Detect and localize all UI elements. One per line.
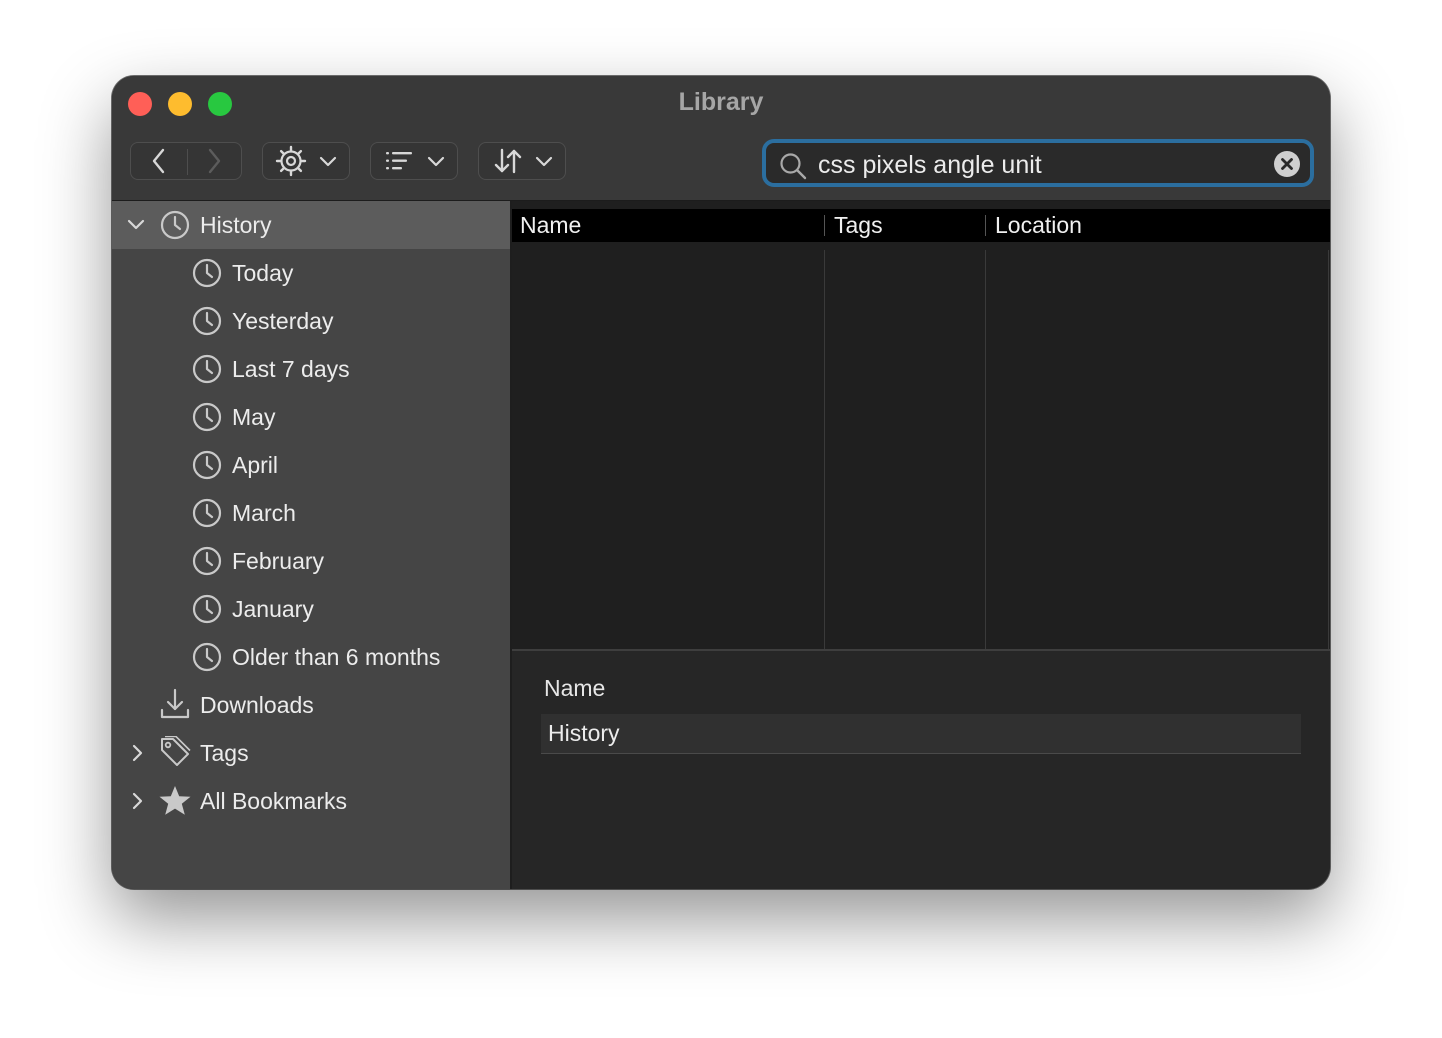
sidebar-item-last-7-days[interactable]: Last 7 days xyxy=(112,345,510,393)
sidebar-item-may[interactable]: May xyxy=(112,393,510,441)
sidebar-item-label: Today xyxy=(232,260,294,286)
column-header-tags[interactable]: Tags xyxy=(834,212,883,239)
search-field[interactable]: css pixels angle unit xyxy=(762,139,1314,187)
clock-icon xyxy=(192,450,222,480)
sidebar-item-january[interactable]: January xyxy=(112,585,510,633)
clock-icon xyxy=(192,258,222,288)
sidebar-item-tags[interactable]: Tags xyxy=(112,729,510,777)
views-button[interactable] xyxy=(370,142,458,180)
download-icon xyxy=(160,688,190,719)
chevron-left-icon xyxy=(152,148,165,174)
search-input[interactable]: css pixels angle unit xyxy=(818,151,1042,180)
close-icon xyxy=(1281,158,1293,170)
sidebar-item-march[interactable]: March xyxy=(112,489,510,537)
sidebar-item-label: Yesterday xyxy=(232,308,334,334)
navigation-group xyxy=(130,142,242,180)
sidebar-item-label: February xyxy=(232,548,325,574)
sidebar-item-label: March xyxy=(232,500,296,526)
sidebar-item-history[interactable]: History xyxy=(112,201,510,249)
chevron-down-icon xyxy=(319,156,337,167)
window-title: Library xyxy=(678,88,764,116)
sidebar: History Today Yesterday Last 7 days May … xyxy=(112,201,512,889)
chevron-right-icon xyxy=(132,792,143,810)
sidebar-item-label: Downloads xyxy=(200,692,314,718)
titlebar: Library css pixels angle unit xyxy=(112,76,1330,201)
sidebar-item-label: May xyxy=(232,404,276,430)
clear-search-button[interactable] xyxy=(1274,151,1300,177)
clock-icon xyxy=(192,402,222,432)
column-header-name[interactable]: Name xyxy=(520,212,581,239)
clock-icon xyxy=(192,498,222,528)
sidebar-item-label: Tags xyxy=(200,740,249,766)
column-header-location[interactable]: Location xyxy=(995,212,1082,239)
library-window: Library css pixels angle unit History To… xyxy=(112,76,1330,889)
chevron-down-icon xyxy=(127,219,145,230)
sort-button[interactable] xyxy=(478,142,566,180)
clock-icon xyxy=(192,642,222,672)
sidebar-item-label: Older than 6 months xyxy=(232,644,441,670)
forward-button[interactable] xyxy=(188,143,242,179)
sidebar-item-older-than-6-months[interactable]: Older than 6 months xyxy=(112,633,510,681)
sidebar-item-april[interactable]: April xyxy=(112,441,510,489)
sidebar-item-february[interactable]: February xyxy=(112,537,510,585)
sidebar-item-label: Last 7 days xyxy=(232,356,350,382)
chevron-down-icon xyxy=(535,156,553,167)
clock-icon xyxy=(160,210,190,240)
chevron-right-icon xyxy=(132,744,143,762)
details-pane: Name History xyxy=(512,649,1330,889)
sidebar-item-label: April xyxy=(232,452,279,478)
table-header: Name Tags Location xyxy=(512,209,1330,242)
name-label: Name xyxy=(544,675,606,701)
header-divider[interactable] xyxy=(824,215,825,236)
clock-icon xyxy=(192,306,222,336)
sidebar-item-label: January xyxy=(232,596,314,622)
back-button[interactable] xyxy=(131,143,187,179)
organize-button[interactable] xyxy=(262,142,350,180)
history-table: Name Tags Location xyxy=(512,201,1330,649)
header-divider[interactable] xyxy=(985,215,986,236)
clock-icon xyxy=(192,546,222,576)
column-divider xyxy=(824,250,825,649)
sort-arrows-icon xyxy=(494,148,522,174)
sidebar-item-today[interactable]: Today xyxy=(112,249,510,297)
column-divider xyxy=(1328,250,1329,649)
list-icon xyxy=(386,152,412,170)
star-icon xyxy=(159,786,191,815)
sidebar-item-all-bookmarks[interactable]: All Bookmarks xyxy=(112,777,510,825)
name-field-value: History xyxy=(548,720,620,746)
sidebar-item-yesterday[interactable]: Yesterday xyxy=(112,297,510,345)
clock-icon xyxy=(192,594,222,624)
clock-icon xyxy=(192,354,222,384)
column-divider xyxy=(985,250,986,649)
chevron-right-icon xyxy=(208,148,221,174)
search-icon xyxy=(780,153,807,180)
sidebar-item-label: All Bookmarks xyxy=(200,788,347,814)
chevron-down-icon xyxy=(427,156,445,167)
name-field[interactable]: History xyxy=(541,714,1301,754)
gear-icon xyxy=(275,145,307,177)
sidebar-item-downloads[interactable]: Downloads xyxy=(112,681,510,729)
tag-icon xyxy=(161,736,191,766)
sidebar-item-label: History xyxy=(200,212,272,238)
